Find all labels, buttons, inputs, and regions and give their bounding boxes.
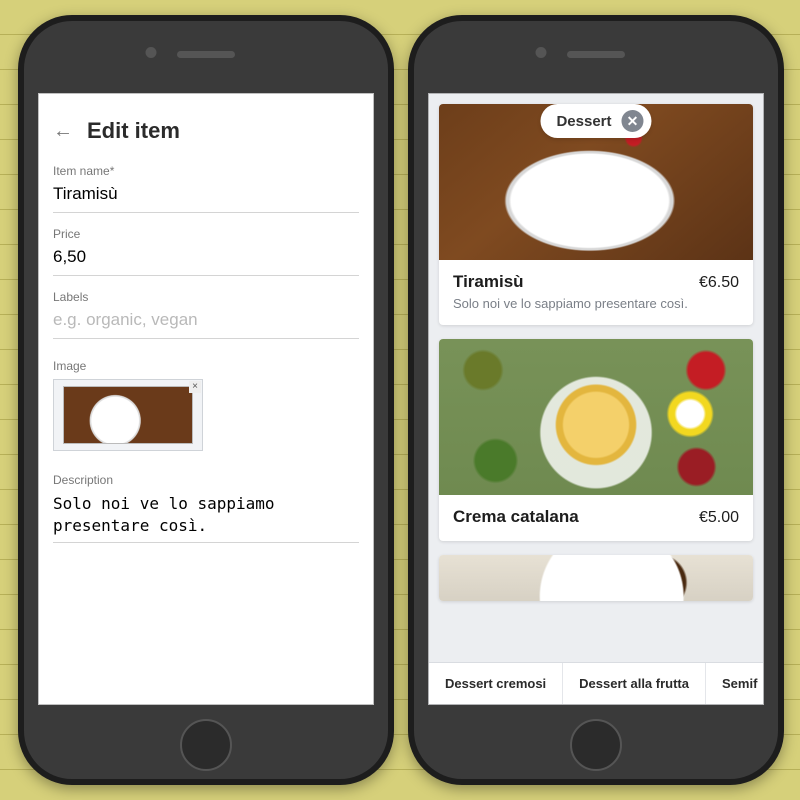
speaker-slot (567, 51, 625, 58)
speaker-slot (177, 51, 235, 58)
menu-card-image (439, 555, 753, 601)
image-label: Image (53, 359, 359, 373)
tab-dessert-frutta[interactable]: Dessert alla frutta (563, 663, 706, 704)
chip-close-icon[interactable]: ✕ (622, 110, 644, 132)
menu-card-desc: Solo noi ve lo sappiamo presentare così. (453, 296, 739, 311)
item-name-label: Item name* (53, 164, 359, 178)
menu-card-partial[interactable] (439, 555, 753, 601)
menu-card-title: Crema catalana (453, 507, 579, 527)
tab-dessert-cremosi[interactable]: Dessert cremosi (429, 663, 563, 704)
menu-card-title: Tiramisù (453, 272, 524, 292)
price-input[interactable] (53, 241, 359, 276)
camera-dot (536, 47, 547, 58)
image-thumbnail (63, 386, 193, 444)
home-button[interactable] (570, 719, 622, 771)
phone-edit: ← Edit item Item name* Price Labels Imag… (18, 15, 394, 785)
labels-label: Labels (53, 290, 359, 304)
phone-list: Tiramisù €6.50 Solo noi ve lo sappiamo p… (408, 15, 784, 785)
page-title: Edit item (87, 118, 180, 144)
image-well[interactable]: × (53, 379, 203, 451)
price-label: Price (53, 227, 359, 241)
description-input[interactable] (53, 487, 359, 543)
image-remove-icon[interactable]: × (189, 381, 201, 393)
menu-card[interactable]: Crema catalana €5.00 (439, 339, 753, 541)
category-chip[interactable]: Dessert ✕ (540, 104, 651, 138)
menu-screen: Tiramisù €6.50 Solo noi ve lo sappiamo p… (428, 93, 764, 705)
tab-semifreddi[interactable]: Semif (706, 663, 764, 704)
home-button[interactable] (180, 719, 232, 771)
labels-input[interactable] (53, 304, 359, 339)
menu-card-price: €6.50 (699, 274, 739, 292)
back-arrow-icon[interactable]: ← (53, 120, 73, 143)
card-list[interactable]: Tiramisù €6.50 Solo noi ve lo sappiamo p… (429, 94, 763, 704)
camera-dot (146, 47, 157, 58)
category-tabs: Dessert cremosi Dessert alla frutta Semi… (429, 662, 763, 704)
edit-screen: ← Edit item Item name* Price Labels Imag… (38, 93, 374, 705)
menu-card-image (439, 339, 753, 495)
category-chip-label: Dessert (556, 113, 611, 130)
description-label: Description (53, 473, 359, 487)
menu-card-price: €5.00 (699, 509, 739, 527)
edit-header: ← Edit item (53, 118, 359, 144)
item-name-input[interactable] (53, 178, 359, 213)
